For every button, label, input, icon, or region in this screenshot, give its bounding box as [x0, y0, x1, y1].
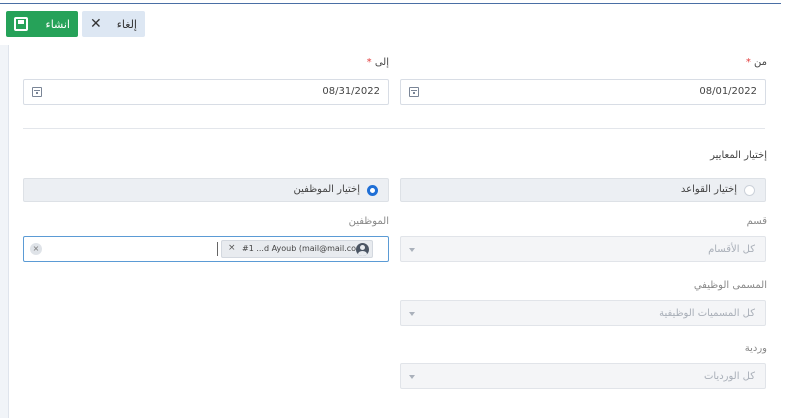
toolbar: انشاء إلغاء ✕	[0, 11, 785, 37]
chip-text: #1 ...d Ayoub (mail@mail.com)	[242, 244, 367, 253]
radio-rules[interactable]	[744, 185, 755, 196]
chip-remove-icon[interactable]: ×	[228, 243, 236, 253]
chevron-down-icon	[409, 312, 415, 316]
from-label: من *	[745, 57, 767, 68]
jobtitle-placeholder: كل المسميات الوظيفية	[659, 308, 755, 319]
from-date-input[interactable]: 08/01/2022	[400, 79, 766, 105]
employees-multiselect[interactable]: × × #1 ...d Ayoub (mail@mail.com)	[23, 236, 389, 262]
to-date-value: 08/31/2022	[322, 86, 380, 97]
from-date-value: 08/01/2022	[699, 86, 757, 97]
department-label: قسم	[746, 216, 767, 227]
clear-all-icon[interactable]: ×	[30, 243, 42, 255]
employee-chip: × #1 ...d Ayoub (mail@mail.com)	[221, 240, 373, 258]
employees-label: الموظفين	[348, 216, 389, 227]
jobtitle-select[interactable]: كل المسميات الوظيفية	[400, 300, 766, 326]
chevron-down-icon	[409, 375, 415, 379]
cancel-button-label: إلغاء	[116, 17, 137, 31]
to-label: إلى *	[366, 57, 389, 68]
radio-option-rules[interactable]: إختيار القواعد	[400, 178, 766, 202]
save-icon	[14, 17, 28, 31]
text-cursor	[217, 242, 218, 256]
radio-option-employees[interactable]: إختيار الموظفين	[23, 178, 389, 202]
user-avatar-icon	[356, 243, 369, 256]
radio-employees[interactable]	[367, 185, 378, 196]
radio-employees-label: إختيار الموظفين	[293, 184, 360, 195]
calendar-icon[interactable]	[409, 87, 419, 97]
radio-rules-label: إختيار القواعد	[680, 184, 737, 195]
create-button-label: انشاء	[45, 17, 70, 31]
jobtitle-label: المسمى الوظيفي	[693, 280, 767, 291]
calendar-icon[interactable]	[32, 87, 42, 97]
department-select[interactable]: كل الأقسام	[400, 236, 766, 262]
cancel-button[interactable]: إلغاء ✕	[82, 11, 145, 37]
divider	[23, 128, 765, 129]
to-date-input[interactable]: 08/31/2022	[23, 79, 389, 105]
shift-label: وردية	[744, 343, 767, 354]
chevron-down-icon	[409, 248, 415, 252]
top-border	[0, 3, 781, 4]
side-rail	[0, 45, 8, 418]
create-button[interactable]: انشاء	[6, 11, 78, 37]
criteria-heading: إختيار المعايير	[710, 150, 767, 161]
shift-placeholder: كل الورديات	[703, 371, 755, 382]
department-placeholder: كل الأقسام	[708, 244, 755, 255]
close-icon: ✕	[90, 16, 102, 32]
shift-select[interactable]: كل الورديات	[400, 363, 766, 389]
